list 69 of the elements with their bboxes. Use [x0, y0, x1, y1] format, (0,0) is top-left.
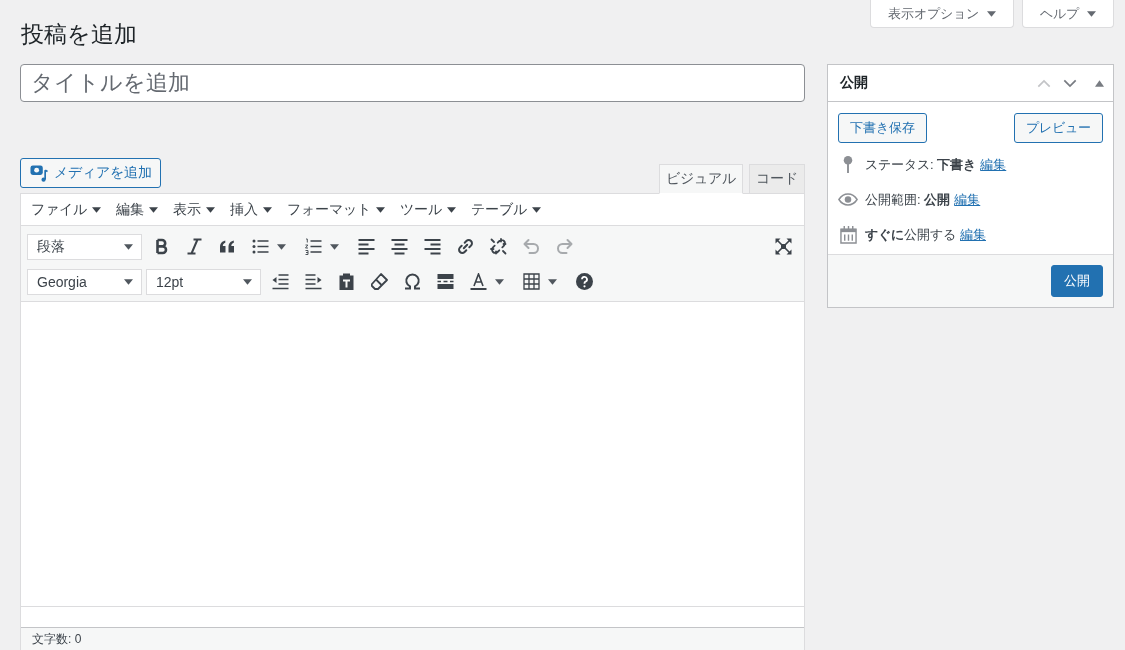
preview-button[interactable]: プレビュー — [1014, 113, 1103, 143]
outdent-icon[interactable] — [271, 273, 289, 290]
caret-icon[interactable] — [548, 278, 557, 285]
add-media-button[interactable]: メディアを追加 — [20, 158, 161, 188]
text-color-icon[interactable] — [470, 273, 487, 290]
panel-title: 公開 — [840, 74, 869, 92]
clipboard-icon[interactable] — [337, 273, 355, 290]
caret-icon — [243, 278, 252, 285]
menu-item[interactable]: フォーマット — [280, 195, 392, 224]
caret-icon — [124, 278, 133, 285]
caret-icon — [206, 206, 215, 213]
caret-icon — [92, 206, 101, 213]
word-count-text: 文字数: 0 — [32, 630, 82, 648]
collapse-triangle-icon[interactable] — [1095, 79, 1104, 87]
omega-icon[interactable] — [403, 273, 421, 290]
edit-link[interactable]: 編集 — [960, 225, 986, 244]
publish-info-text: ステータス: 下書き — [865, 155, 977, 174]
page-title: 投稿を追加 — [21, 20, 137, 49]
format-select[interactable]: 段落 — [27, 233, 142, 260]
caret-icon[interactable] — [495, 278, 504, 285]
screen-meta-button[interactable]: 表示オプション — [870, 0, 1014, 28]
media-icon — [30, 164, 48, 182]
publish-info-text: すぐに公開する — [865, 225, 956, 244]
edit-link[interactable]: 編集 — [980, 155, 1007, 174]
menu-item[interactable]: 表示 — [166, 195, 222, 224]
title-field[interactable]: タイトルを追加 — [20, 64, 805, 102]
unlink-icon[interactable] — [489, 238, 507, 255]
align-left-icon[interactable] — [357, 238, 375, 255]
save-draft-button[interactable]: 下書き保存 — [838, 113, 927, 143]
caret-icon — [447, 206, 456, 213]
publish-info-text: 公開範囲: 公開 — [865, 190, 951, 209]
caret-icon[interactable] — [277, 243, 286, 250]
caret-icon — [1087, 10, 1096, 17]
link-icon[interactable] — [456, 238, 474, 255]
eye-icon — [838, 193, 858, 206]
italic-icon[interactable] — [185, 238, 203, 255]
caret-icon — [987, 10, 996, 17]
menu-item[interactable]: 編集 — [109, 195, 165, 224]
numbered-list-icon[interactable] — [305, 238, 322, 255]
align-center-icon[interactable] — [390, 238, 408, 255]
edit-link[interactable]: 編集 — [954, 190, 981, 209]
screen-meta-button[interactable]: ヘルプ — [1022, 0, 1114, 28]
insert-more-icon[interactable] — [436, 273, 454, 290]
caret-icon — [124, 243, 133, 250]
align-right-icon[interactable] — [423, 238, 441, 255]
caret-icon — [149, 206, 158, 213]
fullscreen-icon[interactable] — [774, 238, 792, 255]
pin-icon — [843, 156, 853, 173]
menu-item[interactable]: テーブル — [464, 195, 548, 224]
eraser-icon[interactable] — [370, 273, 388, 290]
caret-icon — [263, 206, 272, 213]
menu-item[interactable]: 挿入 — [223, 195, 279, 224]
menu-item[interactable]: ファイル — [24, 195, 108, 224]
font-size-select[interactable]: 12pt — [146, 268, 261, 295]
editor-tab[interactable]: コード — [749, 164, 805, 194]
indent-icon[interactable] — [304, 273, 322, 290]
caret-icon[interactable] — [330, 243, 339, 250]
help-icon[interactable] — [575, 273, 593, 290]
publish-button[interactable]: 公開 — [1051, 265, 1103, 297]
caret-icon — [532, 206, 541, 213]
menu-item[interactable]: ツール — [393, 195, 463, 224]
chevron-down-icon[interactable] — [1063, 78, 1077, 88]
editor-tab[interactable]: ビジュアル — [659, 164, 743, 194]
font-select[interactable]: Georgia — [27, 268, 142, 295]
table-icon[interactable] — [523, 273, 540, 290]
caret-icon — [376, 206, 385, 213]
quote-icon[interactable] — [218, 238, 236, 255]
calendar-icon — [839, 225, 857, 244]
bulleted-list-icon[interactable] — [252, 238, 269, 255]
